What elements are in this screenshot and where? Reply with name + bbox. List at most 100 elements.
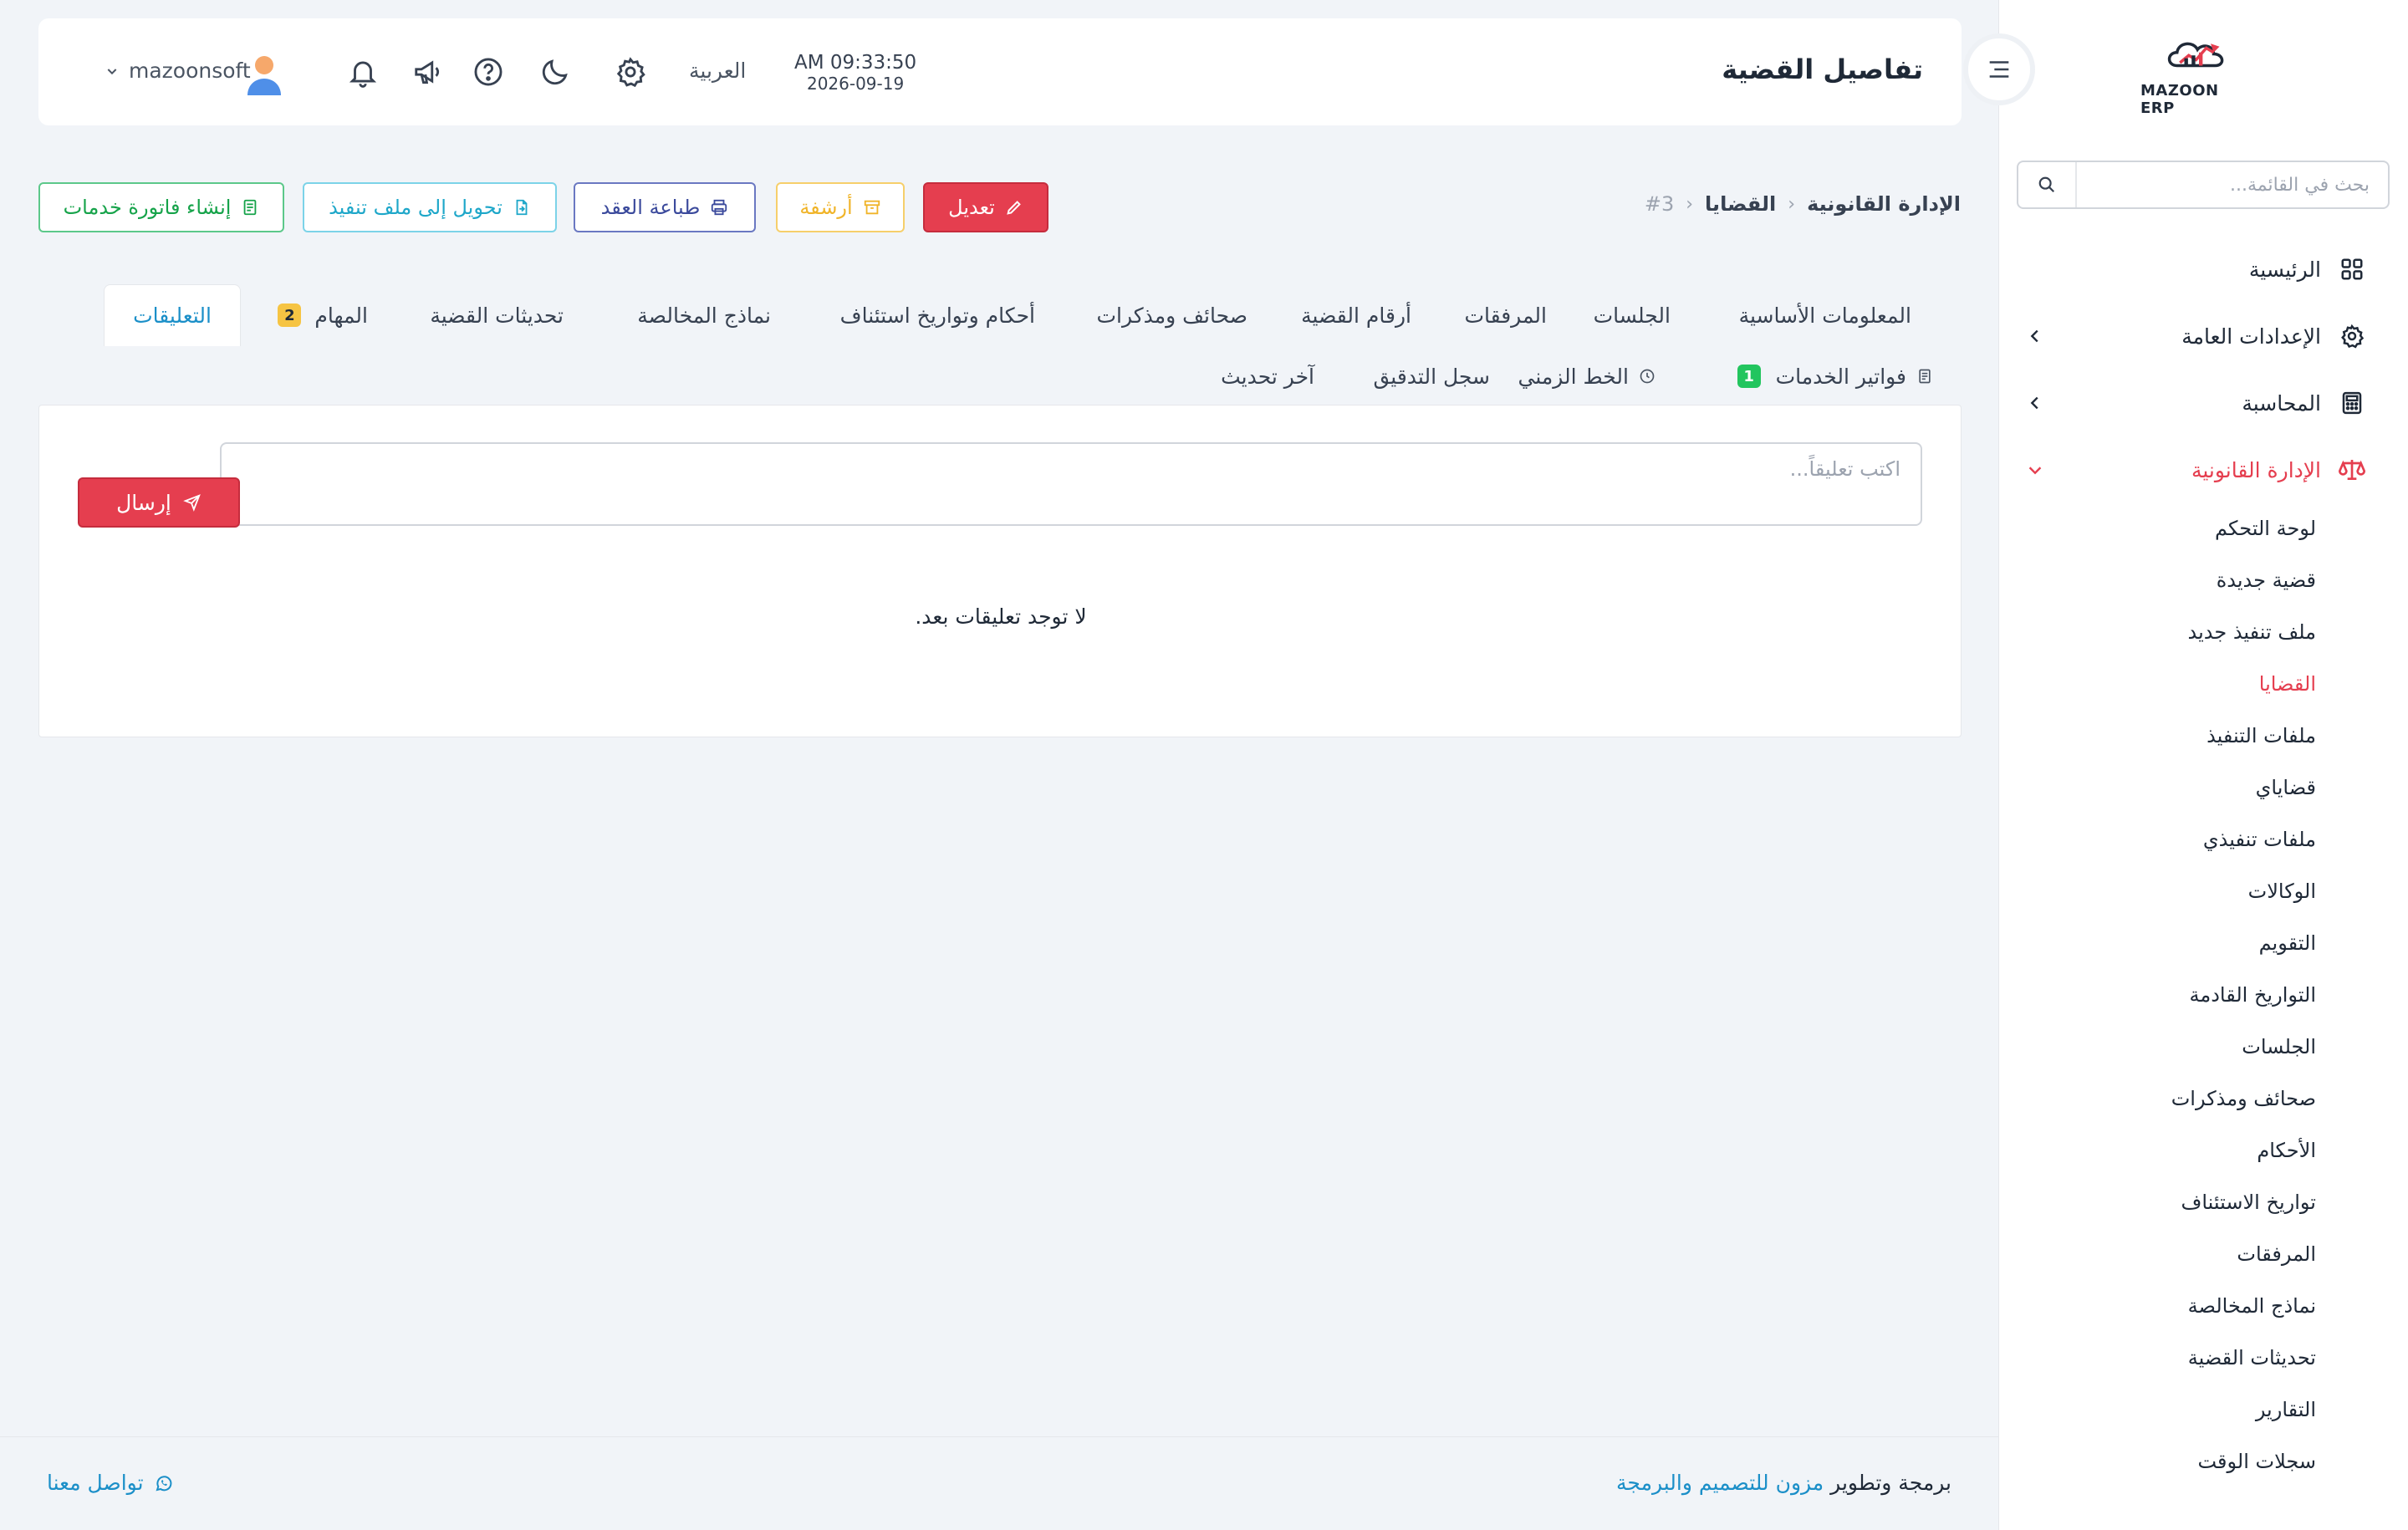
send-comment-button[interactable]: إرسال (78, 477, 240, 528)
chevron-left-icon: ‹ (1788, 193, 1796, 215)
invoice-icon (244, 199, 257, 216)
tab-case-updates[interactable]: تحديثات القضية (430, 284, 564, 346)
subitem-execution-files[interactable]: ملفات التنفيذ (2206, 724, 2316, 747)
archive-button[interactable]: أرشفة (776, 182, 905, 232)
breadcrumb: الإدارة القانونية ‹ القضايا ‹ #3 (1645, 192, 1961, 216)
subitem-appeal-dates[interactable]: تواريخ الاستئناف (2181, 1191, 2316, 1214)
breadcrumb-section[interactable]: القضايا (1705, 192, 1776, 216)
send-label: إرسال (116, 490, 171, 515)
tab-service-invoices[interactable]: فواتير الخدمات 1 (1737, 360, 1933, 393)
subitem-my-execution-files[interactable]: ملفات تنفيذي (2203, 828, 2316, 851)
tab-timeline[interactable]: الخط الزمني (1518, 360, 1656, 393)
empty-comments-message: لا توجد تعليقات بعد. (915, 604, 1087, 629)
language-switcher[interactable]: العربية (689, 59, 746, 83)
tab-comments[interactable]: التعليقات (104, 284, 241, 346)
subitem-power-of-attorney[interactable]: الوكالات (2248, 880, 2316, 903)
tab-pleadings[interactable]: صحائف ومذكرات (1096, 284, 1247, 346)
sidebar-item-label: الرئيسية (2248, 257, 2321, 282)
sidebar-toggle-button[interactable] (1963, 33, 2035, 105)
settings-button[interactable] (610, 52, 650, 92)
calculator-icon (2338, 389, 2366, 417)
chevron-left-icon: ‹ (1686, 193, 1694, 215)
invoices-count-badge: 1 (1737, 365, 1761, 388)
comment-input[interactable] (220, 442, 1922, 526)
tab-clearance-forms[interactable]: نماذج المخالصة (637, 284, 771, 346)
tab-label: نماذج المخالصة (637, 303, 771, 328)
subitem-attachments[interactable]: المرفقات (2237, 1242, 2316, 1266)
mazoon-logo-icon (2167, 42, 2224, 68)
contact-us-link[interactable]: تواصل معنا (47, 1471, 174, 1495)
chevron-down-icon (2023, 458, 2047, 482)
user-menu[interactable]: mazoonsoft (105, 59, 251, 83)
help-button[interactable] (468, 52, 508, 92)
tab-audit-log[interactable]: سجل التدقيق (1373, 360, 1490, 393)
create-invoice-button[interactable]: إنشاء فاتورة خدمات (38, 182, 284, 232)
send-icon (183, 494, 201, 512)
subitem-upcoming-dates[interactable]: التواريخ القادمة (2189, 983, 2316, 1007)
subitem-sessions[interactable]: الجلسات (2242, 1035, 2316, 1058)
dark-mode-toggle[interactable] (535, 52, 575, 92)
edit-label: تعديل (948, 196, 995, 219)
chevron-left-icon (2023, 324, 2047, 348)
brand-logo[interactable]: MAZOON ERP (2140, 33, 2258, 117)
subitem-calendar[interactable]: التقويم (2259, 931, 2316, 955)
sidebar-item-home[interactable]: الرئيسية (2023, 244, 2366, 294)
file-export-icon (516, 199, 528, 216)
subitem-new-execution-file[interactable]: ملف تنفيذ جديد (2187, 620, 2316, 644)
chevron-down-icon (107, 68, 117, 74)
sidebar-item-label: الإعدادات العامة (2181, 324, 2321, 349)
tab-label: تحديثات القضية (430, 303, 564, 328)
tab-label: الخط الزمني (1518, 364, 1629, 389)
credit-link[interactable]: مزون للتصميم والبرمجة (1616, 1471, 1824, 1495)
sidebar-item-general-settings[interactable]: الإعدادات العامة (2023, 311, 2366, 361)
moon-icon (542, 59, 568, 85)
tab-attachments[interactable]: المرفقات (1464, 284, 1547, 346)
tab-judgments-appeals[interactable]: أحكام وتواريخ استئناف (840, 284, 1035, 346)
footer: برمجة وتطوير مزون للتصميم والبرمجة تواصل… (0, 1436, 1998, 1530)
header-clock: AM 09:33:50 2026-09-19 (794, 52, 916, 94)
sidebar: MAZOON ERP الرئيسية الإعدادات العامة الم… (1998, 0, 2408, 1530)
tab-last-update[interactable]: آخر تحديث (1221, 360, 1314, 393)
convert-to-execution-button[interactable]: تحويل إلى ملف تنفيذ (303, 182, 557, 232)
bell-icon (349, 61, 377, 88)
sidebar-item-accounting[interactable]: المحاسبة (2023, 378, 2366, 428)
subitem-dashboard[interactable]: لوحة التحكم (2215, 517, 2316, 540)
convert-label: تحويل إلى ملف تنفيذ (329, 196, 503, 219)
sidebar-search-button[interactable] (2018, 162, 2077, 207)
subitem-cases[interactable]: القضايا (2259, 672, 2316, 696)
subitem-reports[interactable]: التقارير (2256, 1398, 2316, 1421)
print-contract-button[interactable]: طباعة العقد (574, 182, 756, 232)
tab-label: المرفقات (1464, 303, 1547, 328)
tab-case-numbers[interactable]: أرقام القضية (1301, 284, 1411, 346)
notifications-button[interactable] (343, 52, 383, 92)
credit-prefix: برمجة وتطوير (1830, 1471, 1951, 1495)
tab-tasks[interactable]: المهام 2 (278, 284, 368, 346)
megaphone-icon (415, 60, 440, 84)
gear-icon (2338, 322, 2366, 350)
subitem-time-logs[interactable]: سجلات الوقت (2197, 1450, 2316, 1473)
edit-button[interactable]: تعديل (923, 182, 1048, 232)
tab-label: أرقام القضية (1301, 303, 1411, 328)
subitem-case-updates[interactable]: تحديثات القضية (2188, 1346, 2316, 1369)
sidebar-item-legal-management[interactable]: الإدارة القانونية (2023, 445, 2366, 495)
breadcrumb-root[interactable]: الإدارة القانونية (1807, 192, 1961, 216)
search-icon (2038, 176, 2055, 193)
subitem-clearance-forms[interactable]: نماذج المخالصة (2188, 1294, 2316, 1318)
subitem-pleadings[interactable]: صحائف ومذكرات (2171, 1087, 2316, 1110)
footer-credit: برمجة وتطوير مزون للتصميم والبرمجة (1616, 1471, 1951, 1495)
subitem-my-cases[interactable]: قضاياي (2256, 776, 2316, 799)
tab-sessions[interactable]: الجلسات (1594, 284, 1671, 346)
printer-icon (712, 199, 727, 216)
sidebar-search-input[interactable] (2077, 162, 2388, 207)
subitem-judgments[interactable]: الأحكام (2257, 1139, 2316, 1162)
tab-label: سجل التدقيق (1373, 364, 1490, 389)
archive-label: أرشفة (799, 196, 853, 219)
help-circle-icon (474, 58, 503, 86)
announcements-button[interactable] (408, 52, 448, 92)
print-contract-label: طباعة العقد (600, 196, 701, 219)
tab-label: آخر تحديث (1221, 364, 1314, 389)
subitem-new-case[interactable]: قضية جديدة (2217, 569, 2316, 592)
gear-icon (616, 57, 645, 88)
tab-basic-info[interactable]: المعلومات الأساسية (1739, 284, 1911, 346)
tab-label: المعلومات الأساسية (1738, 303, 1911, 328)
